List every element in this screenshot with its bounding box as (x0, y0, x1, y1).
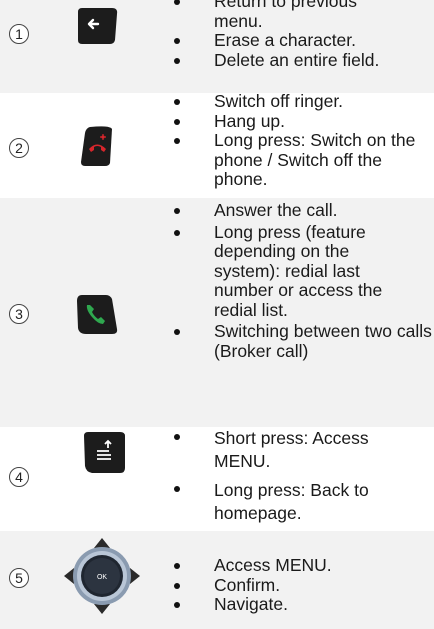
row-5-list: Access MENU. Confirm. Navigate. (170, 555, 434, 615)
row-2: 2 Switch off ringer. Hang up. Long press… (0, 91, 434, 197)
menu-key (82, 430, 126, 479)
list-item: Switching between two calls (Broker call… (170, 321, 434, 361)
list-item: Delete an entire field. (170, 50, 434, 71)
list-item: Long press (feature depending on the sys… (170, 222, 389, 321)
back-arrow-icon (78, 8, 118, 44)
row-number-badge: 5 (9, 568, 29, 588)
hang-up-icon (81, 126, 112, 166)
row-divider (0, 427, 434, 428)
navigator-key: OK (62, 536, 142, 621)
list-item: Return to previous menu. (170, 0, 364, 31)
row-1-list: Return to previous menu. Erase a charact… (170, 0, 434, 70)
list-item: Long press: Switch on the phone / Switch… (170, 130, 424, 190)
row-number-badge: 4 (9, 467, 29, 487)
back-key (74, 6, 118, 51)
menu-key-icon (84, 432, 125, 473)
list-item: Erase a character. (170, 30, 434, 51)
row-4-list: Short press: Access MENU. Long press: Ba… (170, 427, 384, 525)
list-item: Short press: Access MENU. (170, 427, 384, 473)
list-item: Access MENU. (170, 555, 434, 576)
row-4: 4 Short press: Access MENU. Long press: … (0, 427, 434, 530)
list-item: Navigate. (170, 594, 434, 615)
ok-label: OK (97, 574, 107, 581)
row-5: 5 OK Access MENU. Confirm. Navigate. (0, 530, 434, 629)
answer-call-icon (77, 295, 118, 334)
answer-key (76, 293, 118, 340)
row-3: 3 Answer the call. Long press (feature d… (0, 197, 434, 427)
list-item: Answer the call. (170, 200, 434, 221)
row-2-list: Switch off ringer. Hang up. Long press: … (170, 91, 434, 190)
navigator-ok-icon: OK (64, 538, 140, 614)
row-divider (0, 197, 434, 198)
hang-up-key (80, 125, 114, 172)
list-item: Hang up. (170, 111, 434, 132)
list-item: Long press: Back to homepage. (170, 479, 384, 525)
row-3-list: Answer the call. Long press (feature dep… (170, 200, 434, 361)
row-divider (0, 93, 434, 94)
row-number-badge: 3 (9, 304, 29, 324)
row-number-badge: 1 (9, 24, 29, 44)
row-1: 1 Return to previous menu. Erase a chara… (0, 0, 434, 93)
row-number-badge: 2 (9, 138, 29, 158)
list-item: Switch off ringer. (170, 91, 434, 112)
row-divider (0, 530, 434, 531)
list-item: Confirm. (170, 575, 434, 596)
